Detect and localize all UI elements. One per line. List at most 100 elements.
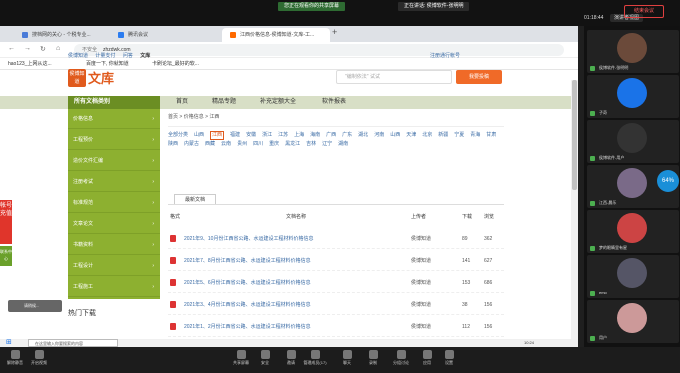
- site-nav-item[interactable]: 文库: [140, 53, 150, 59]
- province-item[interactable]: 云南: [221, 140, 231, 149]
- table-row[interactable]: 2021年9、10月份江西省公路、水运建设工程材料价格信息 侯博知道 89 362: [168, 229, 504, 249]
- back-icon[interactable]: ←: [8, 45, 15, 52]
- tab-2[interactable]: 腾讯会议: [110, 28, 214, 42]
- register-link[interactable]: 注册通行帐号: [430, 52, 460, 59]
- reload-icon[interactable]: ↻: [40, 45, 46, 53]
- province-item[interactable]: 河南: [374, 131, 384, 140]
- meeting-btn[interactable]: 邀请: [278, 350, 304, 366]
- meeting-btn[interactable]: 安全: [252, 350, 278, 366]
- account-recharge-tab[interactable]: 帐号充值: [0, 200, 12, 244]
- bookmark-1[interactable]: hao123_上网从这...: [8, 58, 52, 70]
- side-item[interactable]: 造价文件汇编 ›: [68, 151, 160, 171]
- page-scrollbar[interactable]: [571, 80, 578, 339]
- table-row[interactable]: 2021年1、2月份江西省公路、水运建设工程材料价格信息 侯博知道 112 156: [168, 317, 504, 337]
- cat-quota[interactable]: 补充定额大全: [260, 96, 296, 109]
- new-tab-icon[interactable]: +: [332, 27, 337, 37]
- province-item[interactable]: 贵州: [237, 140, 247, 149]
- province-item[interactable]: 辽宁: [322, 140, 332, 149]
- meeting-btn[interactable]: 解除静音: [2, 350, 28, 366]
- meeting-btn[interactable]: 录制: [360, 350, 386, 366]
- avatar: [617, 303, 647, 333]
- participant-card[interactable]: 子奇: [587, 75, 679, 118]
- province-item[interactable]: 黑龙江: [285, 140, 300, 149]
- province-item[interactable]: 陕西: [168, 140, 178, 149]
- participant-card[interactable]: 梦的眼睛里有星: [587, 210, 679, 253]
- tab-latest-docs[interactable]: 最新文档: [174, 194, 216, 204]
- side-item[interactable]: 标准规范 ›: [68, 193, 160, 213]
- province-item[interactable]: 上海: [294, 131, 304, 140]
- site-nav-item[interactable]: 计量支付: [95, 53, 115, 59]
- province-item[interactable]: 安徽: [246, 131, 256, 140]
- taskbar-search[interactable]: 在这里输入你要搜索的内容: [28, 339, 118, 347]
- doc-title-link[interactable]: 2021年3、4月份江西省公路、水运建设工程材料价格信息: [184, 295, 364, 315]
- participant-card[interactable]: 侯博软件-张明明: [587, 30, 679, 73]
- side-item[interactable]: 文章论文 ›: [68, 214, 160, 234]
- province-item[interactable]: 江西: [210, 131, 225, 140]
- doc-title-link[interactable]: 2021年5、6月份江西省公路、水运建设工程材料价格信息: [184, 273, 364, 293]
- province-item[interactable]: 甘肃: [486, 131, 496, 140]
- province-item[interactable]: 北京: [422, 131, 432, 140]
- province-item[interactable]: 西藏: [205, 140, 215, 149]
- province-item[interactable]: 广西: [326, 131, 336, 140]
- province-item[interactable]: 吉林: [306, 140, 316, 149]
- province-item[interactable]: 新疆: [438, 131, 448, 140]
- province-item[interactable]: 全部分类: [168, 131, 188, 140]
- table-row[interactable]: 2021年3、4月份江西省公路、水运建设工程材料价格信息 侯博知道 38 156: [168, 295, 504, 315]
- province-item[interactable]: 内蒙古: [184, 140, 199, 149]
- province-item[interactable]: 福建: [230, 131, 240, 140]
- participant-card[interactable]: emo: [587, 255, 679, 298]
- side-item[interactable]: 工程施工 ›: [68, 277, 160, 297]
- windows-start-icon[interactable]: ⊞: [6, 339, 14, 347]
- side-item[interactable]: 注册考试 ›: [68, 172, 160, 192]
- meeting-btn[interactable]: 开启视频: [26, 350, 52, 366]
- submit-document-button[interactable]: 我要投稿: [456, 70, 502, 84]
- site-nav-item[interactable]: 侯博知道: [68, 53, 88, 59]
- table-row[interactable]: 2021年5、6月份江西省公路、水运建设工程材料价格信息 侯博知道 153 686: [168, 273, 504, 293]
- forward-icon[interactable]: →: [24, 45, 31, 52]
- province-item[interactable]: 江苏: [278, 131, 288, 140]
- participant-card[interactable]: 用户: [587, 300, 679, 343]
- bookmark-3[interactable]: 卡刷论坛_最好的软...: [152, 58, 199, 70]
- province-item[interactable]: 宁夏: [454, 131, 464, 140]
- province-item[interactable]: 山西: [390, 131, 400, 140]
- tab-3-active[interactable]: 江西价格信息-侯博知道-文库-工...: [222, 28, 330, 42]
- side-item[interactable]: 价格信息 ›: [68, 109, 160, 129]
- side-item[interactable]: 书籍资料 ›: [68, 235, 160, 255]
- province-item[interactable]: 四川: [253, 140, 263, 149]
- doc-title-link[interactable]: 2021年1、2月份江西省公路、水运建设工程材料价格信息: [184, 317, 364, 337]
- province-item[interactable]: 广东: [342, 131, 352, 140]
- province-item[interactable]: 湖南: [338, 140, 348, 149]
- province-item[interactable]: 浙江: [262, 131, 272, 140]
- meeting-btn[interactable]: 管理成员(17): [302, 350, 328, 366]
- cat-featured[interactable]: 精品专题: [212, 96, 236, 109]
- meeting-btn[interactable]: 设置: [436, 350, 462, 366]
- province-item[interactable]: 湖北: [358, 131, 368, 140]
- doc-title-link[interactable]: 2021年7、8月份江西省公路、水运建设工程材料价格信息: [184, 251, 364, 271]
- avatar: [617, 78, 647, 108]
- side-item[interactable]: 工程设计 ›: [68, 256, 160, 276]
- end-meeting-button[interactable]: 结束会议: [624, 5, 664, 18]
- meeting-btn-icon: [34, 350, 44, 359]
- site-logo[interactable]: 侯博知道 文库: [68, 68, 114, 87]
- province-item[interactable]: 重庆: [269, 140, 279, 149]
- meeting-btn[interactable]: 分组讨论: [388, 350, 414, 366]
- search-input[interactable]: "编制依法" 试试: [336, 70, 452, 84]
- home-icon[interactable]: ⌂: [56, 45, 60, 52]
- scroll-thumb[interactable]: [572, 80, 577, 190]
- meeting-btn[interactable]: 共享屏幕: [228, 350, 254, 366]
- province-item[interactable]: 海南: [310, 131, 320, 140]
- meeting-btn[interactable]: 聊天: [334, 350, 360, 366]
- participant-card[interactable]: 侯博软件-用户: [587, 120, 679, 163]
- table-row[interactable]: 2021年7、8月份江西省公路、水运建设工程材料价格信息 侯博知道 141 627: [168, 251, 504, 271]
- cat-home[interactable]: 首页: [176, 96, 188, 109]
- tab-1[interactable]: 搜档网的关心 - 个税专业...: [14, 28, 102, 42]
- site-nav-item[interactable]: 问答: [123, 53, 133, 59]
- province-item[interactable]: 青海: [470, 131, 480, 140]
- province-item[interactable]: 山西: [194, 131, 204, 140]
- doc-title-link[interactable]: 2021年9、10月份江西省公路、水运建设工程材料价格信息: [184, 229, 364, 249]
- contact-tab[interactable]: 联系中心: [0, 246, 12, 266]
- side-item[interactable]: 工程预价 ›: [68, 130, 160, 150]
- cat-software[interactable]: 软件报表: [322, 96, 346, 109]
- province-item[interactable]: 天津: [406, 131, 416, 140]
- doc-downloads: 38: [462, 302, 468, 308]
